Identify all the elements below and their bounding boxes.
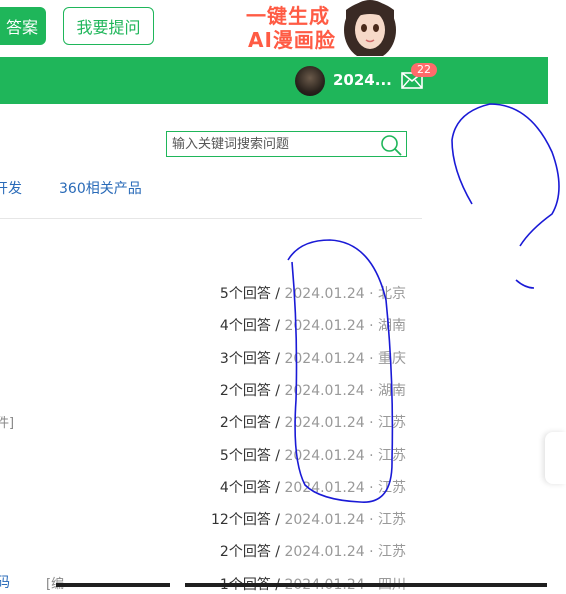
list-item-meta: 2个回答 / 2024.01.24 · 江苏	[220, 412, 406, 432]
side-toolbar-handle[interactable]	[545, 432, 566, 484]
separator: /	[275, 479, 281, 496]
answer-count: 2个回答	[219, 382, 271, 399]
location: 湖南	[378, 318, 406, 335]
separator: /	[275, 544, 281, 561]
post-date: 2024.01.24	[284, 286, 365, 302]
post-date: 2024.01.24	[284, 415, 365, 432]
location: 江苏	[378, 415, 406, 432]
dot-separator: ·	[369, 447, 374, 464]
divider	[0, 218, 422, 219]
answer-count: 3个回答	[219, 350, 271, 367]
separator: /	[275, 382, 281, 399]
category-link-360[interactable]: 360相关产品	[59, 178, 142, 198]
top-nav-bar	[0, 57, 548, 104]
separator: /	[275, 512, 281, 529]
post-date: 2024.01.24	[284, 350, 365, 367]
separator: /	[275, 350, 281, 367]
search-icon[interactable]	[380, 134, 402, 156]
location: 江苏	[378, 479, 406, 496]
list-item-meta: 4个回答 / 2024.01.24 · 江苏	[220, 477, 406, 497]
dot-separator: ·	[369, 415, 374, 432]
mail-badge: 22	[411, 63, 437, 77]
post-date: 2024.01.24	[284, 544, 365, 561]
location: 湖南	[378, 382, 406, 399]
bottom-edge-bar-right	[185, 583, 547, 587]
list-item-meta: 2个回答 / 2024.01.24 · 湖南	[220, 380, 406, 400]
dot-separator: ·	[369, 544, 374, 561]
answer-button[interactable]: 答案	[0, 7, 46, 45]
post-date: 2024.01.24	[284, 447, 365, 464]
post-date: 2024.01.24	[284, 512, 365, 529]
avatar[interactable]	[295, 66, 325, 96]
dot-separator: ·	[369, 286, 374, 302]
category-link-dev[interactable]: 开发	[0, 178, 22, 198]
location: 北京	[378, 286, 406, 302]
post-date: 2024.01.24	[284, 479, 365, 496]
search-input[interactable]	[168, 133, 376, 155]
dot-separator: ·	[369, 512, 374, 529]
post-date: 2024.01.24	[284, 318, 365, 335]
separator: /	[275, 286, 281, 302]
answer-count: 12个回答	[211, 512, 271, 529]
list-item-meta: 5个回答 / 2024.01.24 · 江苏	[220, 445, 406, 465]
location: 重庆	[378, 350, 406, 367]
answer-count: 2个回答	[219, 415, 271, 432]
answer-count: 5个回答	[219, 447, 271, 464]
answer-count: 2个回答	[219, 544, 271, 561]
location: 江苏	[378, 447, 406, 464]
promo-line-1: 一键生成	[246, 4, 330, 28]
list-item-meta: 12个回答 / 2024.01.24 · 江苏	[211, 509, 406, 529]
answer-count: 5个回答	[219, 286, 271, 302]
dot-separator: ·	[369, 350, 374, 367]
separator: /	[275, 447, 281, 464]
separator: /	[275, 415, 281, 432]
location: 江苏	[378, 544, 406, 561]
separator: /	[275, 318, 281, 335]
username[interactable]: 2024...	[333, 71, 392, 89]
answer-count: 4个回答	[219, 318, 271, 335]
list-item-meta: 5个回答 / 2024.01.24 · 北京	[220, 283, 406, 303]
dot-separator: ·	[369, 479, 374, 496]
bottom-title-link[interactable]: 码	[0, 572, 10, 592]
dot-separator: ·	[369, 382, 374, 399]
row-title-fragment[interactable]: 件]	[0, 412, 14, 431]
ask-question-button[interactable]: 我要提问	[63, 7, 154, 45]
answer-count: 4个回答	[219, 479, 271, 496]
list-item-meta: 2个回答 / 2024.01.24 · 江苏	[220, 541, 406, 561]
promo-banner-text[interactable]: 一键生成 AI漫画脸	[246, 4, 336, 52]
bottom-edge-bar	[56, 583, 170, 587]
dot-separator: ·	[369, 318, 374, 335]
promo-line-2: AI漫画脸	[248, 28, 336, 52]
post-date: 2024.01.24	[284, 382, 365, 399]
list-item-meta: 4个回答 / 2024.01.24 · 湖南	[220, 315, 406, 335]
list-item-meta: 3个回答 / 2024.01.24 · 重庆	[220, 348, 406, 368]
location: 江苏	[378, 512, 406, 529]
